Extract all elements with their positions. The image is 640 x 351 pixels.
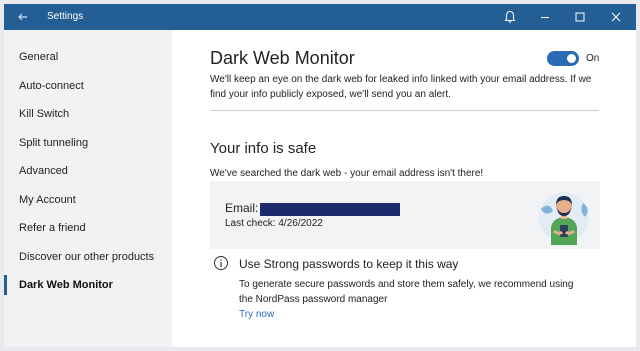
info-icon xyxy=(214,256,228,270)
status-title: Your info is safe xyxy=(210,140,317,157)
page-title: Dark Web Monitor xyxy=(210,48,355,68)
search-result-text: We've searched the dark web - your email… xyxy=(210,168,484,179)
email-status-card: Email: Last check: 4/26/2022 xyxy=(210,181,600,249)
sidebar-item-dark-web-monitor[interactable]: Dark Web Monitor xyxy=(4,272,172,298)
sidebar-item-label: Refer a friend xyxy=(19,222,86,234)
sidebar-item-label: My Account xyxy=(19,194,76,206)
toggle-state-label: On xyxy=(586,53,600,64)
sidebar-item-label: Auto-connect xyxy=(19,80,84,92)
sidebar-item-kill-switch[interactable]: Kill Switch xyxy=(4,101,172,127)
sidebar: General Auto-connect Kill Switch Split t… xyxy=(4,30,172,347)
sidebar-item-label: Dark Web Monitor xyxy=(19,279,113,291)
window-title: Settings xyxy=(47,11,84,22)
sidebar-item-refer-a-friend[interactable]: Refer a friend xyxy=(4,215,172,241)
settings-window: Settings General Auto-connect Kill Switc… xyxy=(4,4,636,347)
active-indicator xyxy=(4,275,7,295)
dark-web-monitor-toggle[interactable] xyxy=(547,51,579,66)
sidebar-item-discover-products[interactable]: Discover our other products xyxy=(4,244,172,270)
toggle-knob xyxy=(567,54,576,63)
person-with-phone-illustration-icon xyxy=(539,192,589,245)
maximize-icon[interactable] xyxy=(571,8,589,26)
sidebar-item-label: General xyxy=(19,51,59,63)
sidebar-item-label: Discover our other products xyxy=(19,251,155,263)
close-icon[interactable] xyxy=(607,8,625,26)
tip-title: Use Strong passwords to keep it this way xyxy=(239,257,459,271)
sidebar-item-split-tunneling[interactable]: Split tunneling xyxy=(4,130,172,156)
sidebar-item-my-account[interactable]: My Account xyxy=(4,187,172,213)
try-now-link[interactable]: Try now xyxy=(239,309,274,320)
sidebar-item-label: Split tunneling xyxy=(19,137,89,149)
title-bar: Settings xyxy=(4,4,636,30)
last-check-text: Last check: 4/26/2022 xyxy=(225,218,323,229)
bell-icon[interactable] xyxy=(501,8,519,26)
email-label: Email: xyxy=(225,201,259,215)
sidebar-item-label: Kill Switch xyxy=(19,108,70,120)
main-panel: Dark Web Monitor On We'll keep an eye on… xyxy=(172,30,636,347)
tip-text: To generate secure passwords and store t… xyxy=(239,279,574,305)
divider xyxy=(210,110,599,111)
redacted-email xyxy=(260,203,400,216)
feature-description: We'll keep an eye on the dark web for le… xyxy=(210,74,592,100)
sidebar-item-auto-connect[interactable]: Auto-connect xyxy=(4,73,172,99)
sidebar-item-general[interactable]: General xyxy=(4,44,172,70)
sidebar-item-advanced[interactable]: Advanced xyxy=(4,158,172,184)
minimize-icon[interactable] xyxy=(536,8,554,26)
sidebar-item-label: Advanced xyxy=(19,165,68,177)
back-arrow-icon[interactable] xyxy=(14,8,32,26)
